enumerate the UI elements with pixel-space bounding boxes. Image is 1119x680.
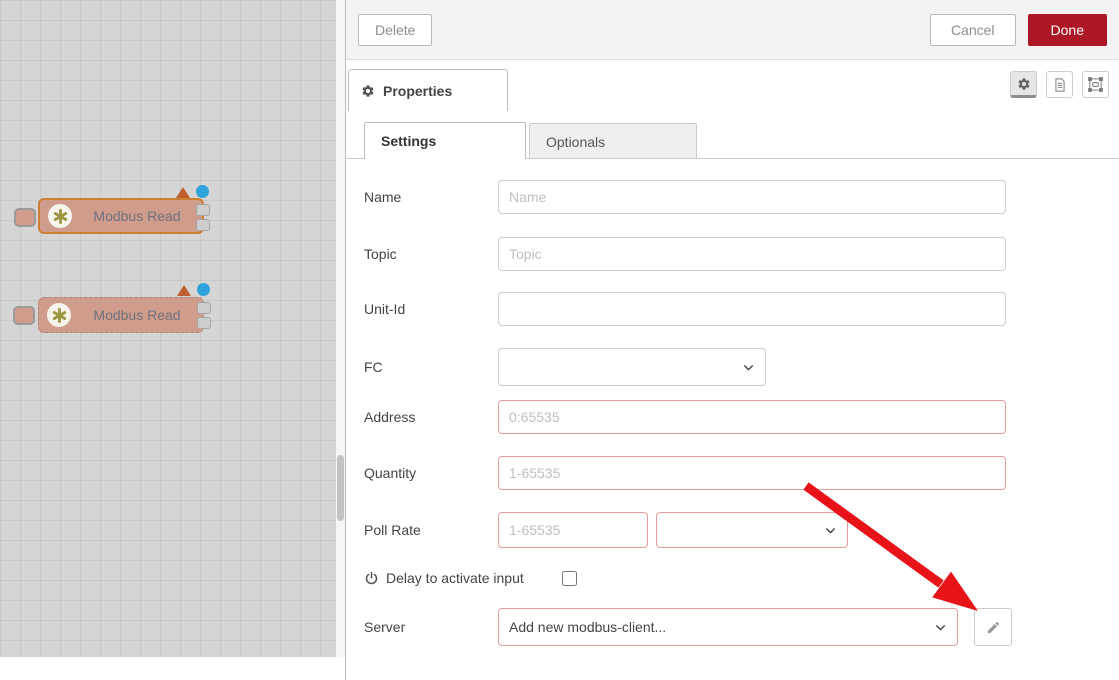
cancel-button[interactable]: Cancel: [930, 14, 1016, 46]
scrollbar-thumb[interactable]: [337, 455, 344, 521]
changed-dot-icon: [196, 185, 209, 198]
address-input[interactable]: [498, 400, 1006, 434]
tab-settings[interactable]: Settings: [364, 122, 526, 159]
topic-input[interactable]: [498, 237, 1006, 271]
address-label: Address: [364, 409, 498, 425]
form-row-delay: Delay to activate input: [364, 568, 1101, 588]
form-row-address: Address: [364, 400, 1101, 434]
changed-dot-icon: [197, 283, 210, 296]
node-output-port-2[interactable]: [196, 219, 210, 231]
tab-properties[interactable]: Properties: [348, 69, 508, 111]
node-input-port[interactable]: [13, 306, 35, 325]
properties-tab-row: Properties: [346, 60, 1119, 111]
error-triangle-icon: [176, 187, 190, 198]
modbus-asterisk-icon: [48, 204, 72, 228]
flow-node-modbus-read-1[interactable]: Modbus Read: [38, 198, 204, 234]
form-row-poll-rate: Poll Rate: [364, 512, 1101, 548]
form-row-unit-id: Unit-Id: [364, 292, 1101, 326]
tab-optionals-label: Optionals: [546, 134, 605, 150]
node-label: Modbus Read: [71, 307, 203, 323]
poll-rate-label: Poll Rate: [364, 522, 498, 538]
tab-optionals[interactable]: Optionals: [529, 123, 697, 159]
modbus-asterisk-icon: [47, 303, 71, 327]
server-select[interactable]: Add new modbus-client...: [498, 608, 958, 646]
form-row-name: Name: [364, 180, 1101, 214]
appearance-icon[interactable]: [1082, 71, 1109, 98]
unit-id-input[interactable]: [498, 292, 1006, 326]
chevron-down-icon: [742, 361, 755, 374]
pencil-icon: [986, 620, 1001, 635]
quantity-label: Quantity: [364, 465, 498, 481]
error-triangle-icon: [177, 285, 191, 296]
node-edit-tray: Delete Cancel Done Properties Settings: [345, 0, 1119, 680]
server-select-value: Add new modbus-client...: [509, 619, 934, 635]
edit-server-button[interactable]: [974, 608, 1012, 646]
node-output-port-1[interactable]: [197, 302, 211, 314]
form-row-fc: FC: [364, 348, 1101, 386]
node-output-port-2[interactable]: [197, 317, 211, 329]
chevron-down-icon: [934, 621, 947, 634]
flow-node-modbus-read-2[interactable]: Modbus Read: [38, 297, 204, 333]
server-label: Server: [364, 619, 498, 635]
fc-label: FC: [364, 359, 498, 375]
tray-toolbar: [1010, 71, 1109, 98]
tray-header: Delete Cancel Done: [346, 0, 1119, 60]
chevron-down-icon: [824, 524, 837, 537]
fc-select[interactable]: [498, 348, 766, 386]
node-input-port[interactable]: [14, 208, 36, 227]
doc-icon[interactable]: [1046, 71, 1073, 98]
topic-label: Topic: [364, 246, 498, 262]
poll-rate-unit-select[interactable]: [656, 512, 848, 548]
gear-icon: [361, 84, 375, 98]
canvas-scrollbar[interactable]: [336, 0, 345, 657]
delete-button[interactable]: Delete: [358, 14, 432, 46]
node-output-port-1[interactable]: [196, 204, 210, 216]
name-input[interactable]: [498, 180, 1006, 214]
form-row-topic: Topic: [364, 237, 1101, 271]
power-icon: [364, 571, 379, 586]
name-label: Name: [364, 189, 498, 205]
flow-canvas[interactable]: Modbus Read Modbus Read: [0, 0, 336, 657]
gear-icon[interactable]: [1010, 71, 1037, 98]
delay-label: Delay to activate input: [386, 570, 524, 586]
unit-id-label: Unit-Id: [364, 301, 498, 317]
quantity-input[interactable]: [498, 456, 1006, 490]
node-label: Modbus Read: [72, 208, 202, 224]
delay-checkbox[interactable]: [562, 571, 577, 586]
edit-form: Settings Optionals Name Topic Unit-Id FC: [346, 110, 1119, 680]
poll-rate-input[interactable]: [498, 512, 648, 548]
tab-settings-label: Settings: [381, 133, 436, 149]
form-row-server: Server Add new modbus-client...: [364, 608, 1101, 646]
tab-properties-label: Properties: [383, 83, 452, 99]
done-button[interactable]: Done: [1028, 14, 1107, 46]
form-row-quantity: Quantity: [364, 456, 1101, 490]
form-tabs: Settings Optionals: [346, 122, 1119, 159]
